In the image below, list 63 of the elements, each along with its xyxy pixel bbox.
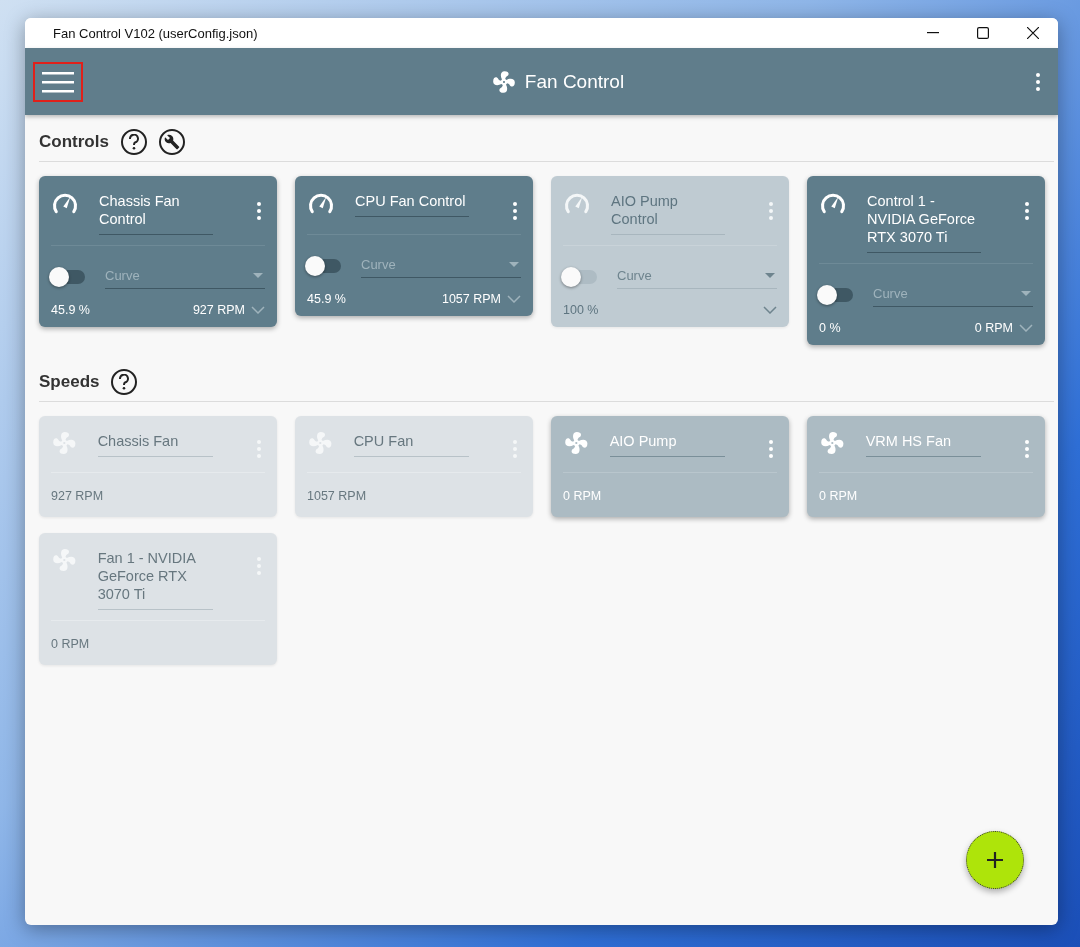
name-field[interactable]: Chassis Fan (97, 428, 213, 457)
caret-icon (765, 273, 775, 278)
window-title: Fan Control V102 (userConfig.json) (53, 25, 259, 41)
more-icon (1025, 202, 1029, 220)
chevron-down-icon (251, 306, 265, 314)
name-field[interactable]: Control 1 - NVIDIA GeForce RTX 3070 Ti (867, 188, 981, 253)
expand-button[interactable] (763, 306, 777, 314)
name-field[interactable]: CPU Fan Control (355, 188, 469, 217)
chevron-down-icon (763, 306, 777, 314)
rpm-text: 0 RPM (563, 489, 602, 503)
rpm-text: 927 RPM (192, 303, 245, 317)
name-field[interactable]: AIO Pump (609, 428, 725, 457)
help-button[interactable] (111, 369, 138, 395)
add-button[interactable] (966, 831, 1024, 889)
curve-select[interactable]: Curve (873, 282, 1033, 307)
more-icon (257, 202, 261, 220)
chevron-down-icon (507, 295, 521, 303)
toggle-switch[interactable] (819, 287, 853, 302)
menu-button[interactable] (33, 61, 83, 102)
rpm-text: 1057 RPM (307, 489, 367, 503)
plus-icon (986, 851, 1004, 869)
curve-select[interactable]: Curve (105, 264, 265, 289)
curve-select[interactable]: Curve (361, 253, 521, 278)
close-icon (1027, 27, 1039, 39)
chevron-down-icon (1019, 324, 1033, 332)
curve-select[interactable]: Curve (617, 264, 777, 289)
section-heading: Speeds (39, 372, 100, 392)
toggle-switch[interactable] (51, 269, 85, 284)
more-icon (769, 202, 773, 220)
question-icon (117, 374, 132, 390)
rpm-text: 1057 RPM (441, 292, 501, 306)
caret-icon (509, 262, 519, 267)
section-heading: Controls (39, 132, 109, 152)
more-icon (1036, 72, 1040, 91)
rpm-text: 0 RPM (51, 637, 90, 651)
more-icon (769, 440, 773, 458)
name-field[interactable]: Fan 1 - NVIDIA GeForce RTX 3070 Ti (97, 545, 213, 610)
percent-text: 45.9 % (51, 303, 90, 317)
wrench-button[interactable] (158, 129, 185, 155)
name-field[interactable]: Chassis Fan Control (99, 188, 213, 235)
wrench-icon (163, 134, 180, 150)
app-title: Fan Control (524, 70, 625, 93)
rpm-text: 0 RPM (974, 321, 1013, 335)
rpm-text: 927 RPM (51, 489, 104, 503)
name-field[interactable]: CPU Fan (353, 428, 469, 457)
toggle-switch[interactable] (563, 269, 597, 284)
name-field[interactable]: AIO Pump Control (611, 188, 725, 235)
more-icon (1025, 440, 1029, 458)
help-button[interactable] (120, 129, 147, 155)
name-field[interactable]: VRM HS Fan (865, 428, 981, 457)
percent-text: 0 % (819, 321, 841, 335)
toggle-switch[interactable] (307, 258, 341, 273)
rpm-text: 0 RPM (819, 489, 858, 503)
caret-icon (1021, 291, 1031, 296)
percent-text: 45.9 % (307, 292, 346, 306)
more-icon (513, 202, 517, 220)
fan-icon (490, 68, 517, 95)
maximize-icon (977, 27, 989, 39)
question-icon (126, 134, 141, 150)
menu-icon (42, 70, 74, 93)
percent-text: 100 % (563, 303, 599, 317)
caret-icon (253, 273, 263, 278)
minimize-icon (927, 32, 939, 34)
